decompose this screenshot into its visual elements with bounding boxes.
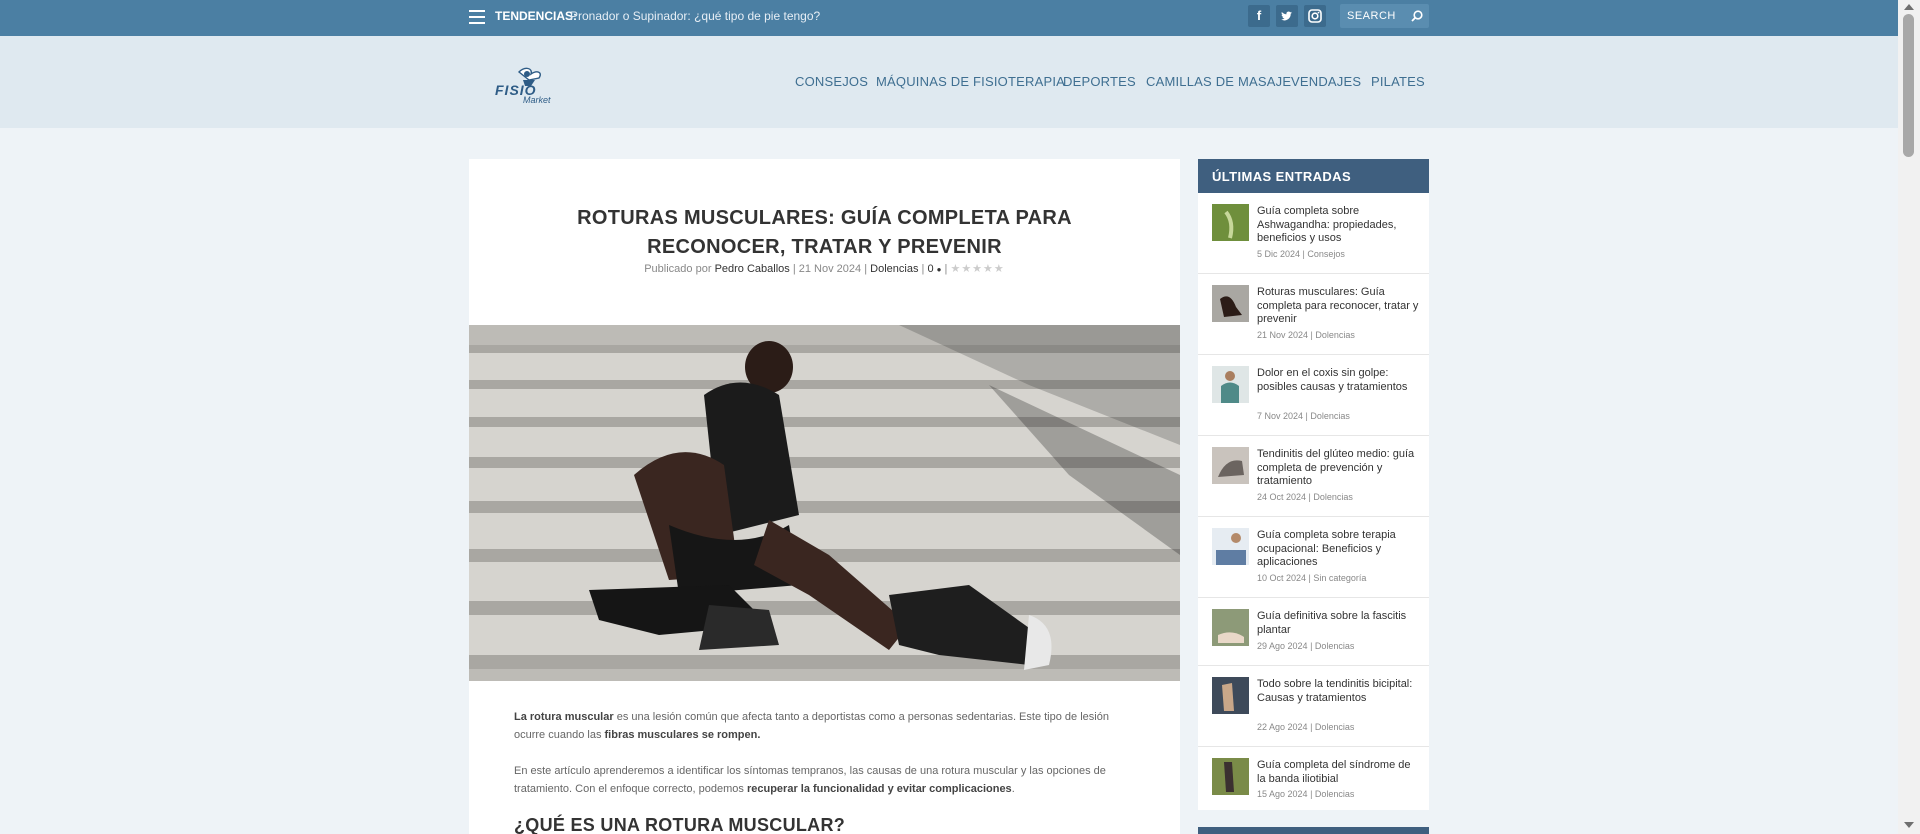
intro-bold-1: La rotura muscular — [514, 711, 614, 723]
post-title-link[interactable]: Todo sobre la tendinitis bicipital: Caus… — [1257, 678, 1422, 705]
post-thumbnail[interactable] — [1212, 447, 1249, 484]
logo-subtext: Market — [523, 95, 551, 105]
post-category[interactable]: Dolencias — [1310, 411, 1350, 421]
post-title-link[interactable]: Guía completa del síndrome de la banda i… — [1257, 759, 1422, 786]
post-meta: 29 Ago 2024 | Dolencias — [1257, 641, 1355, 651]
category-link[interactable]: Dolencias — [870, 263, 918, 275]
post-date: 24 Oct 2024 — [1257, 492, 1307, 502]
hamburger-menu-icon[interactable] — [469, 10, 485, 24]
scroll-up-arrow-icon[interactable] — [1904, 4, 1914, 10]
post-meta: 5 Dic 2024 | Consejos — [1257, 249, 1345, 259]
sidebar-post[interactable]: Todo sobre la tendinitis bicipital: Caus… — [1198, 666, 1429, 747]
page-scrollbar[interactable] — [1898, 0, 1920, 834]
post-category[interactable]: Dolencias — [1315, 641, 1355, 651]
post-thumbnail[interactable] — [1212, 528, 1249, 565]
post-title-link[interactable]: Dolor en el coxis sin golpe: posibles ca… — [1257, 367, 1422, 394]
facebook-icon[interactable]: f — [1248, 5, 1270, 27]
top-bar: TENDENCIAS: Pronador o Supinador: ¿qué t… — [0, 0, 1898, 36]
post-date: 29 Ago 2024 — [1257, 641, 1308, 651]
post-title-link[interactable]: Roturas musculares: Guía completa para r… — [1257, 286, 1422, 327]
trending-link[interactable]: Pronador o Supinador: ¿qué tipo de pie t… — [570, 9, 820, 23]
article-card: ROTURAS MUSCULARES: GUÍA COMPLETA PARA R… — [469, 159, 1180, 834]
sidebar-post[interactable]: Dolor en el coxis sin golpe: posibles ca… — [1198, 355, 1429, 436]
instagram-icon[interactable] — [1304, 5, 1326, 27]
post-category[interactable]: Dolencias — [1313, 492, 1353, 502]
comments-count: 0 — [927, 263, 934, 275]
rating-stars[interactable]: ★★★★★ — [950, 263, 1004, 275]
article-hero-image — [469, 325, 1180, 681]
post-meta: 15 Ago 2024 | Dolencias — [1257, 789, 1355, 799]
second-paragraph: En este artículo aprenderemos a identifi… — [514, 762, 1134, 798]
sidebar-post[interactable]: Guía completa del síndrome de la banda i… — [1198, 747, 1429, 810]
next-widget-header — [1198, 827, 1429, 834]
post-date: 22 Ago 2024 — [1257, 722, 1308, 732]
nav-vendajes[interactable]: VENDAJES — [1291, 74, 1361, 89]
post-title-link[interactable]: Guía completa sobre terapia ocupacional:… — [1257, 529, 1422, 570]
post-category[interactable]: Consejos — [1307, 249, 1345, 259]
widget-title: ÚLTIMAS ENTRADAS — [1198, 159, 1429, 193]
article-meta: Publicado por Pedro Caballos | 21 Nov 20… — [644, 263, 1005, 275]
sidebar-post[interactable]: Tendinitis del glúteo medio: guía comple… — [1198, 436, 1429, 517]
search-input[interactable] — [1340, 4, 1410, 28]
article-title: ROTURAS MUSCULARES: GUÍA COMPLETA PARA R… — [577, 207, 1072, 258]
post-thumbnail[interactable] — [1212, 366, 1249, 403]
section-heading: ¿QUÉ ES UNA ROTURA MUSCULAR? — [514, 815, 846, 834]
post-meta: 7 Nov 2024 | Dolencias — [1257, 411, 1350, 421]
site-header: FISIO Market CONSEJOS MÁQUINAS DE FISIOT… — [0, 36, 1898, 128]
post-thumbnail[interactable] — [1212, 285, 1249, 322]
comment-icon: ● — [936, 265, 942, 274]
search-box — [1340, 4, 1429, 28]
search-icon[interactable] — [1410, 9, 1424, 23]
post-category[interactable]: Dolencias — [1315, 330, 1355, 340]
intro-bold-2: fibras musculares se rompen. — [604, 729, 761, 741]
latest-posts-widget: ÚLTIMAS ENTRADAS Guía completa sobre Ash… — [1198, 159, 1429, 810]
post-category[interactable]: Dolencias — [1315, 722, 1355, 732]
sidebar-post[interactable]: Guía completa sobre Ashwagandha: propied… — [1198, 193, 1429, 274]
nav-deportes[interactable]: DEPORTES — [1063, 74, 1136, 89]
post-date: 21 Nov 2024 — [798, 263, 862, 275]
post-date: 10 Oct 2024 — [1257, 573, 1307, 583]
site-logo[interactable]: FISIO Market — [495, 64, 569, 108]
post-thumbnail[interactable] — [1212, 204, 1249, 241]
post-meta: 10 Oct 2024 | Sin categoría — [1257, 573, 1367, 583]
post-meta: 24 Oct 2024 | Dolencias — [1257, 492, 1353, 502]
post-date: 5 Dic 2024 — [1257, 249, 1301, 259]
post-thumbnail[interactable] — [1212, 609, 1249, 646]
nav-camillas-masaje[interactable]: CAMILLAS DE MASAJE — [1146, 74, 1291, 89]
post-title-link[interactable]: Guía completa sobre Ashwagandha: propied… — [1257, 205, 1422, 246]
nav-pilates[interactable]: PILATES — [1371, 74, 1425, 89]
post-date: 21 Nov 2024 — [1257, 330, 1309, 340]
post-date: 7 Nov 2024 — [1257, 411, 1304, 421]
top-bar-inner: TENDENCIAS: Pronador o Supinador: ¿qué t… — [469, 0, 1429, 36]
meta-prefix: Publicado por — [644, 263, 712, 275]
comments-link[interactable]: 0 ● — [927, 263, 941, 275]
trending-label: TENDENCIAS: — [495, 9, 578, 23]
intro-paragraph: La rotura muscular es una lesión común q… — [514, 708, 1134, 744]
post-thumbnail[interactable] — [1212, 677, 1249, 714]
sidebar-post[interactable]: Guía completa sobre terapia ocupacional:… — [1198, 517, 1429, 598]
sidebar-post[interactable]: Guía definitiva sobre la fascitis planta… — [1198, 598, 1429, 666]
post-category[interactable]: Sin categoría — [1313, 573, 1366, 583]
post-category[interactable]: Dolencias — [1315, 789, 1355, 799]
nav-maquinas-fisioterapia[interactable]: MÁQUINAS DE FISIOTERAPIA — [876, 74, 1065, 89]
post-title-link[interactable]: Tendinitis del glúteo medio: guía comple… — [1257, 448, 1422, 489]
post-meta: 21 Nov 2024 | Dolencias — [1257, 330, 1355, 340]
author-link[interactable]: Pedro Caballos — [715, 263, 790, 275]
nav-consejos[interactable]: CONSEJOS — [795, 74, 868, 89]
post-meta: 22 Ago 2024 | Dolencias — [1257, 722, 1355, 732]
scroll-down-arrow-icon[interactable] — [1904, 822, 1914, 828]
post-thumbnail[interactable] — [1212, 758, 1249, 795]
twitter-icon[interactable] — [1276, 5, 1298, 27]
second-text-2: . — [1011, 783, 1015, 795]
scroll-thumb[interactable] — [1903, 14, 1914, 157]
sidebar-post[interactable]: Roturas musculares: Guía completa para r… — [1198, 274, 1429, 355]
post-title-link[interactable]: Guía definitiva sobre la fascitis planta… — [1257, 610, 1422, 637]
second-bold-1: recuperar la funcionalidad y evitar comp… — [746, 783, 1012, 795]
post-date: 15 Ago 2024 — [1257, 789, 1308, 799]
